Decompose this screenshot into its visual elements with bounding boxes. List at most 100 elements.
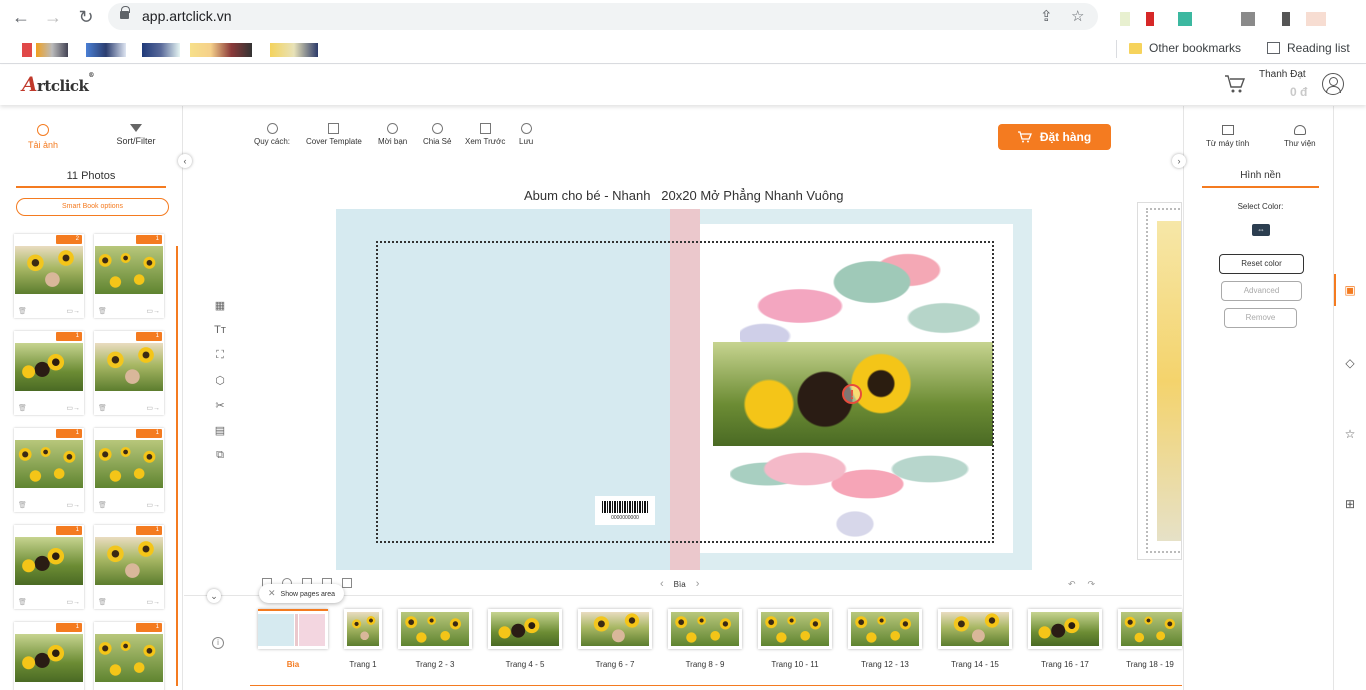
apps-grid-icon[interactable]: ⊞ bbox=[1343, 497, 1357, 511]
photo-thumbnail[interactable]: 1 bbox=[14, 622, 84, 690]
photo-thumbnail[interactable]: 1 🗑 ▭→ bbox=[14, 331, 84, 415]
page-thumb[interactable]: Trang 6 - 7 bbox=[578, 609, 652, 669]
add-to-page-icon[interactable]: ▭→ bbox=[66, 598, 80, 606]
share-tool[interactable]: Chia Sẻ bbox=[423, 123, 451, 146]
add-to-page-icon[interactable]: ▭→ bbox=[66, 501, 80, 509]
spec-tool[interactable]: Quy cách: bbox=[254, 123, 290, 146]
bookmark-favicon[interactable] bbox=[190, 43, 252, 57]
collapse-left-panel-icon[interactable]: ‹ bbox=[178, 154, 192, 168]
photo-thumbnail[interactable]: 1 🗑 ▭→ bbox=[94, 234, 164, 318]
previous-page-icon[interactable]: ‹ bbox=[660, 578, 664, 590]
photo-thumbnail[interactable]: 2 🗑 ▭→ bbox=[14, 234, 84, 318]
toggle-pages-strip-icon[interactable]: ⌄ bbox=[207, 589, 221, 603]
bookmark-star-icon[interactable]: ☆ bbox=[1071, 7, 1084, 25]
background-image-icon[interactable]: ▣ bbox=[1343, 283, 1357, 297]
page-outline-icon[interactable] bbox=[342, 578, 352, 588]
reading-list[interactable]: Reading list bbox=[1267, 41, 1350, 55]
add-to-page-icon[interactable]: ▭→ bbox=[146, 307, 160, 315]
cover-template-tool[interactable]: Cover Template bbox=[306, 123, 362, 146]
delete-icon[interactable]: 🗑 bbox=[98, 307, 107, 315]
smart-book-options-button[interactable]: Smart Book options bbox=[16, 198, 169, 216]
photo-thumbnail[interactable]: 1 bbox=[94, 622, 164, 690]
add-to-page-icon[interactable]: ▭→ bbox=[146, 404, 160, 412]
collapse-right-panel-icon[interactable]: › bbox=[1172, 154, 1186, 168]
photos-scrollbar[interactable] bbox=[176, 246, 178, 686]
qr-code-icon[interactable]: ▦ bbox=[213, 299, 227, 324]
remove-button[interactable]: Remove bbox=[1224, 308, 1297, 328]
redo-icon[interactable]: ↷ bbox=[1088, 579, 1096, 590]
bookmark-favicon[interactable] bbox=[142, 43, 180, 57]
bookmark-favicon[interactable] bbox=[36, 43, 68, 57]
star-icon[interactable]: ☆ bbox=[1343, 427, 1357, 441]
page-thumb[interactable]: Trang 1 bbox=[344, 609, 382, 669]
delete-icon[interactable]: 🗑 bbox=[18, 598, 27, 606]
forward-icon[interactable]: → bbox=[42, 6, 64, 28]
delete-icon[interactable]: 🗑 bbox=[98, 598, 107, 606]
order-button[interactable]: Đặt hàng bbox=[998, 124, 1111, 150]
cover-spread[interactable]: ! 0000000000 bbox=[336, 209, 1032, 570]
tab-sort-filter[interactable]: Sort/Filter bbox=[96, 124, 176, 146]
delete-icon[interactable]: 🗑 bbox=[98, 404, 107, 412]
url-text[interactable]: app.artclick.vn bbox=[142, 8, 231, 24]
show-pages-area-tooltip[interactable]: ✕ Show pages area bbox=[259, 584, 345, 603]
undo-icon[interactable]: ↶ bbox=[1068, 579, 1076, 590]
info-icon[interactable]: i bbox=[212, 637, 224, 649]
photo-thumbnail[interactable]: 1 🗑 ▭→ bbox=[94, 331, 164, 415]
add-to-page-icon[interactable]: ▭→ bbox=[146, 501, 160, 509]
delete-icon[interactable]: 🗑 bbox=[98, 501, 107, 509]
tab-from-computer[interactable]: Từ máy tính bbox=[1206, 125, 1249, 148]
back-icon[interactable]: ← bbox=[10, 6, 32, 28]
extension-icon[interactable] bbox=[1241, 12, 1255, 26]
page-thumb[interactable]: Trang 4 - 5 bbox=[488, 609, 562, 669]
extension-icon[interactable] bbox=[1282, 12, 1290, 26]
next-page-icon[interactable]: › bbox=[696, 578, 700, 590]
pages-strip-scrollbar[interactable] bbox=[250, 685, 1182, 686]
advanced-button[interactable]: Advanced bbox=[1221, 281, 1302, 301]
photo-thumbnail[interactable]: 1 🗑 ▭→ bbox=[14, 525, 84, 609]
tab-library[interactable]: Thư viện bbox=[1284, 125, 1316, 148]
invite-tool[interactable]: Mời bạn bbox=[378, 123, 407, 146]
add-to-page-icon[interactable]: ▭→ bbox=[66, 404, 80, 412]
page-thumb[interactable]: Trang 8 - 9 bbox=[668, 609, 742, 669]
extension-icon[interactable] bbox=[1146, 12, 1154, 26]
page-thumb[interactable]: Trang 14 - 15 bbox=[938, 609, 1012, 669]
duplicate-icon[interactable]: ⧉ bbox=[213, 449, 227, 474]
page-icon[interactable]: ▤ bbox=[213, 424, 227, 449]
other-bookmarks[interactable]: Other bookmarks bbox=[1129, 41, 1241, 55]
frame-icon[interactable]: ⛶ bbox=[213, 349, 227, 374]
page-thumb[interactable]: Trang 12 - 13 bbox=[848, 609, 922, 669]
delete-icon[interactable]: 🗑 bbox=[18, 501, 27, 509]
delete-icon[interactable]: 🗑 bbox=[18, 307, 27, 315]
lock-icon[interactable] bbox=[120, 6, 130, 21]
artclick-logo[interactable]: Artclick® bbox=[22, 72, 94, 96]
scissors-icon[interactable]: ✂ bbox=[213, 399, 227, 424]
add-to-page-icon[interactable]: ▭→ bbox=[66, 307, 80, 315]
text-icon[interactable]: Tт bbox=[213, 324, 227, 349]
page-thumb[interactable]: Trang 10 - 11 bbox=[758, 609, 832, 669]
profile-icon[interactable] bbox=[1306, 12, 1326, 26]
share-page-icon[interactable]: ⇪ bbox=[1040, 7, 1053, 25]
save-tool[interactable]: Lưu bbox=[519, 123, 533, 146]
user-name[interactable]: Thanh Đạt bbox=[1259, 69, 1306, 80]
add-to-page-icon[interactable]: ▭→ bbox=[146, 598, 160, 606]
swap-color-icon[interactable]: ⇔ bbox=[1252, 224, 1270, 236]
bookmark-favicon[interactable] bbox=[86, 43, 126, 57]
extension-icon[interactable] bbox=[1178, 12, 1192, 26]
user-account-icon[interactable] bbox=[1322, 73, 1344, 95]
bookmark-favicon[interactable] bbox=[22, 43, 32, 57]
photo-thumbnail[interactable]: 1 🗑 ▭→ bbox=[94, 525, 164, 609]
sticker-icon[interactable]: ⬡ bbox=[213, 374, 227, 399]
address-bar[interactable]: app.artclick.vn ⇪ ☆ bbox=[108, 3, 1098, 30]
page-thumb-cover[interactable]: Bìa bbox=[258, 609, 328, 669]
next-spread-preview[interactable] bbox=[1137, 202, 1182, 560]
photo-thumbnail[interactable]: 1 🗑 ▭→ bbox=[94, 428, 164, 512]
bookmark-favicon[interactable] bbox=[270, 43, 318, 57]
photo-thumbnail[interactable]: 1 🗑 ▭→ bbox=[14, 428, 84, 512]
page-thumb[interactable]: Trang 18 - 19 bbox=[1118, 609, 1182, 669]
page-thumb[interactable]: Trang 16 - 17 bbox=[1028, 609, 1102, 669]
tag-icon[interactable]: ◇ bbox=[1343, 356, 1357, 370]
reset-color-button[interactable]: Reset color bbox=[1219, 254, 1304, 274]
reload-icon[interactable]: ↻ bbox=[75, 6, 97, 28]
delete-icon[interactable]: 🗑 bbox=[18, 404, 27, 412]
extension-icon[interactable] bbox=[1120, 12, 1130, 26]
